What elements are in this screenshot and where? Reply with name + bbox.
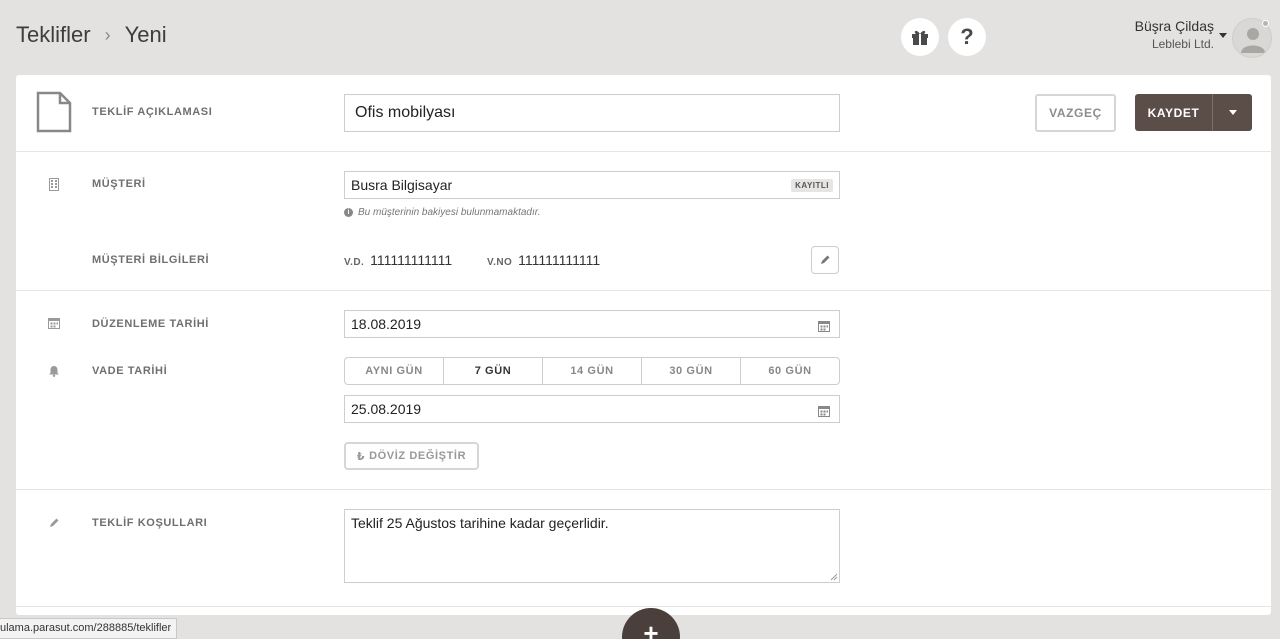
due-option-30-days[interactable]: 30 GÜN — [642, 358, 741, 384]
help-glyph: ? — [960, 24, 974, 49]
customer-info-label: MÜŞTERİ BİLGİLERİ — [92, 254, 210, 266]
customer-label: MÜŞTERİ — [92, 178, 146, 190]
bell-icon — [48, 365, 60, 380]
gift-icon[interactable] — [901, 18, 939, 56]
customer-hint: i Bu müşterinin bakiyesi bulunmamaktadır… — [344, 207, 541, 218]
description-label: TEKLİF AÇIKLAMASI — [92, 106, 213, 118]
customer-input[interactable]: Busra Bilgisayar KAYITLI — [344, 171, 840, 199]
save-button[interactable]: KAYDET — [1135, 94, 1212, 131]
customer-hint-text: Bu müşterinin bakiyesi bulunmamaktadır. — [358, 207, 541, 218]
user-menu[interactable]: Büşra Çildaş Leblebi Ltd. — [1135, 18, 1214, 51]
tax-number: V.NO 111111111111 — [487, 252, 600, 268]
due-date-value: 25.08.2019 — [351, 401, 422, 417]
calendar-icon — [818, 406, 830, 417]
terms-label: TEKLİF KOŞULLARI — [92, 517, 208, 529]
terms-textarea[interactable]: Teklif 25 Ağustos tarihine kadar geçerli… — [344, 509, 840, 583]
pencil-icon — [821, 255, 830, 264]
tax-office: V.D. 111111111111 — [344, 252, 452, 268]
calendar-icon — [48, 317, 60, 332]
user-company: Leblebi Ltd. — [1151, 37, 1214, 51]
top-bar: Teklifler › Yeni ? Büşra Çildaş Leblebi … — [0, 0, 1280, 74]
chevron-down-icon — [1228, 110, 1237, 115]
help-icon[interactable]: ? — [948, 18, 986, 56]
tax-office-key: V.D. — [344, 257, 365, 268]
tax-number-value: 111111111111 — [518, 252, 601, 268]
lira-icon: ₺ — [356, 450, 366, 463]
divider — [16, 290, 1271, 291]
breadcrumb-separator: › — [104, 24, 111, 45]
status-url: ulama.parasut.com/288885/teklifler — [0, 618, 178, 639]
due-option-60-days[interactable]: 60 GÜN — [741, 358, 839, 384]
due-date-input[interactable]: 25.08.2019 — [344, 395, 840, 423]
resize-handle-icon — [830, 573, 838, 581]
description-input[interactable]: Ofis mobilyası — [344, 94, 840, 132]
breadcrumb-current: Yeni — [124, 22, 167, 47]
due-date-presets: AYNI GÜN 7 GÜN 14 GÜN 30 GÜN 60 GÜN — [344, 357, 840, 385]
change-currency-label: DÖVİZ DEĞİŞTİR — [369, 450, 467, 462]
building-icon — [49, 178, 59, 194]
due-date-label: VADE TARİHİ — [92, 365, 168, 377]
breadcrumb: Teklifler › Yeni — [16, 22, 167, 48]
due-option-14-days[interactable]: 14 GÜN — [543, 358, 642, 384]
calendar-icon — [818, 321, 830, 332]
change-currency-button[interactable]: ₺ DÖVİZ DEĞİŞTİR — [344, 442, 479, 470]
user-name: Büşra Çildaş — [1134, 18, 1214, 34]
issue-date-label: DÜZENLEME TARİHİ — [92, 318, 209, 330]
chevron-down-icon[interactable] — [1219, 33, 1227, 38]
issue-date-input[interactable]: 18.08.2019 — [344, 310, 840, 338]
breadcrumb-parent[interactable]: Teklifler — [16, 22, 91, 48]
save-options-button[interactable] — [1212, 94, 1252, 131]
edit-customer-button[interactable] — [811, 246, 839, 274]
status-dot — [1262, 20, 1269, 27]
divider — [16, 489, 1271, 490]
cancel-button[interactable]: VAZGEÇ — [1035, 94, 1116, 132]
due-option-same-day[interactable]: AYNI GÜN — [345, 358, 444, 384]
issue-date-value: 18.08.2019 — [351, 316, 422, 332]
plus-icon: + — [643, 618, 659, 639]
customer-value: Busra Bilgisayar — [351, 177, 453, 193]
terms-value: Teklif 25 Ağustos tarihine kadar geçerli… — [351, 515, 609, 531]
due-option-7-days[interactable]: 7 GÜN — [444, 358, 543, 384]
info-icon: i — [344, 208, 353, 217]
document-icon — [36, 91, 72, 138]
registered-badge: KAYITLI — [791, 179, 833, 192]
divider — [16, 151, 1271, 152]
quote-form-card: TEKLİF AÇIKLAMASI Ofis mobilyası VAZGEÇ … — [16, 75, 1271, 615]
tax-number-key: V.NO — [487, 257, 513, 268]
tax-office-value: 111111111111 — [370, 252, 453, 268]
pencil-icon — [48, 517, 60, 532]
divider — [16, 606, 1271, 607]
